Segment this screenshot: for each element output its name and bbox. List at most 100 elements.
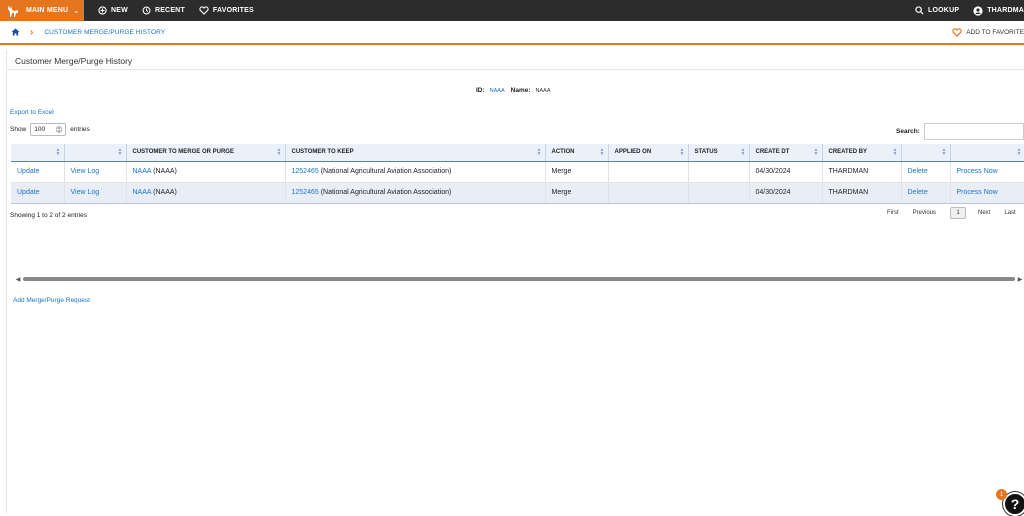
action-cell: Merge: [545, 161, 609, 183]
chevron-down-icon: ⌄: [73, 7, 80, 15]
nav-favorites[interactable]: FAVORITES: [199, 6, 254, 15]
col-header-customer-to-keep[interactable]: CUSTOMER TO KEEP ▲ ▼: [285, 144, 546, 162]
col-header-customer-to-merge[interactable]: CUSTOMER TO MERGE OR PURGE ▲ ▼: [126, 144, 286, 162]
update-link[interactable]: Update: [17, 189, 40, 196]
col-header-created-by[interactable]: CREATED BY ▲ ▼: [822, 144, 902, 162]
create-dt-cell: 04/30/2024: [749, 161, 823, 183]
col-header-view-log[interactable]: ▲ ▼: [64, 144, 127, 162]
title-divider: [7, 69, 1024, 70]
nav-lookup[interactable]: LOOKUP: [915, 6, 959, 15]
sort-icon: ▲ ▼: [941, 147, 947, 157]
table-search: Search:: [896, 123, 1024, 140]
merge-customer-link[interactable]: NAAA: [133, 189, 152, 196]
created-by-cell: THARDMAN: [822, 161, 902, 183]
last-page-button[interactable]: Last: [1004, 210, 1015, 216]
question-icon: ?: [1010, 496, 1020, 512]
view-log-link[interactable]: View Log: [71, 168, 100, 175]
sort-icon: ▲ ▼: [599, 147, 605, 157]
home-icon: [11, 28, 20, 36]
sort-icon: ▲ ▼: [117, 147, 123, 157]
delete-link[interactable]: Delete: [908, 189, 928, 196]
create-dt-cell: 04/30/2024: [749, 182, 823, 204]
col-header-create-dt[interactable]: CREATE DT ▲ ▼: [749, 144, 823, 162]
deer-logo-icon: [8, 4, 18, 17]
col-header-applied-on[interactable]: APPLIED ON ▲ ▼: [608, 144, 689, 162]
process-now-link[interactable]: Process Now: [957, 189, 998, 196]
created-by-cell: THARDMAN: [822, 182, 902, 204]
scroll-right-icon[interactable]: ▶: [1015, 276, 1024, 283]
user-menu[interactable]: THARDMA: [973, 5, 1024, 16]
customer-id-line: ID: NAAA Name: NAAA: [476, 87, 551, 94]
col-header-status[interactable]: STATUS ▲ ▼: [688, 144, 750, 162]
merge-purge-panel: Customer Merge/Purge History ID: NAAA Na…: [6, 50, 1024, 513]
breadcrumb-current[interactable]: CUSTOMER MERGE/PURGE HISTORY: [44, 29, 165, 36]
chevron-right-icon: ›: [30, 26, 34, 38]
breadcrumb: › CUSTOMER MERGE/PURGE HISTORY ADD TO FA…: [0, 21, 1024, 45]
scroll-left-icon[interactable]: ◀: [13, 276, 23, 283]
applied-on-cell: [608, 161, 689, 183]
nav-recent[interactable]: RECENT: [142, 6, 185, 15]
previous-page-button[interactable]: Previous: [913, 210, 936, 216]
col-header-process[interactable]: ▲ ▼: [950, 144, 1024, 162]
plus-circle-icon: [98, 6, 107, 15]
nav-new[interactable]: NEW: [98, 6, 128, 15]
add-to-favorite-label: ADD TO FAVORITE: [966, 28, 1024, 36]
page-title: Customer Merge/Purge History: [15, 56, 133, 66]
nav-new-label: NEW: [111, 7, 128, 14]
name-label: Name:: [510, 87, 531, 94]
merge-purge-table: ▲ ▼ ▲ ▼ CUSTOMER TO MERGE OR PURGE ▲ ▼ CUSTO…: [11, 144, 1024, 204]
page-length-control: Show 100 entries: [10, 123, 90, 136]
search-icon: [915, 6, 924, 15]
first-page-button[interactable]: First: [887, 210, 899, 216]
delete-link[interactable]: Delete: [908, 168, 928, 175]
nav-lookup-label: LOOKUP: [928, 7, 960, 14]
horizontal-scrollbar[interactable]: ◀ ▶: [13, 275, 1024, 283]
col-header-action[interactable]: ACTION ▲ ▼: [545, 144, 609, 162]
sort-icon: ▲ ▼: [679, 147, 685, 157]
status-cell: [688, 182, 750, 204]
update-link[interactable]: Update: [17, 168, 40, 175]
table-row: Update View Log NAAA (NAAA) 1252465 (Nat…: [11, 161, 1024, 183]
main-menu-label: MAIN MENU: [26, 7, 69, 14]
select-arrows-icon: [56, 126, 63, 133]
show-label: Show: [10, 126, 27, 133]
user-circle-icon: [973, 5, 983, 16]
id-value-link[interactable]: NAAA: [490, 88, 505, 94]
heart-icon: [199, 6, 209, 15]
merge-customer-text: (NAAA): [151, 168, 177, 175]
merge-customer-link[interactable]: NAAA: [133, 168, 152, 175]
view-log-link[interactable]: View Log: [71, 189, 100, 196]
sort-icon: ▲ ▼: [813, 147, 819, 157]
name-value: NAAA: [535, 87, 551, 94]
nav-favorites-label: FAVORITES: [212, 7, 254, 14]
next-page-button[interactable]: Next: [978, 210, 990, 216]
export-to-excel-link[interactable]: Export to Excel: [10, 109, 54, 116]
home-button[interactable]: [11, 28, 20, 36]
current-page-button[interactable]: 1: [950, 207, 967, 219]
sort-icon: ▲ ▼: [55, 147, 61, 157]
history-icon: [142, 6, 151, 15]
col-header-delete[interactable]: ▲ ▼: [901, 144, 951, 162]
sort-icon: ▲ ▼: [740, 147, 746, 157]
table-header-row: ▲ ▼ ▲ ▼ CUSTOMER TO MERGE OR PURGE ▲ ▼ CUSTO…: [11, 144, 1024, 162]
process-now-link[interactable]: Process Now: [957, 168, 998, 175]
sort-icon: ▲ ▼: [276, 147, 282, 157]
heart-outline-icon: [952, 27, 962, 37]
keep-customer-link[interactable]: 1252465: [292, 189, 319, 196]
search-label: Search:: [896, 128, 920, 135]
search-input[interactable]: [923, 123, 1024, 140]
keep-customer-text: (National Agricultural Aviation Associat…: [318, 168, 452, 175]
keep-customer-link[interactable]: 1252465: [292, 168, 319, 175]
keep-customer-text: (National Agricultural Aviation Associat…: [318, 189, 452, 196]
status-cell: [688, 161, 750, 183]
pagination: First Previous 1 Next Last: [887, 207, 1024, 219]
scrollbar-thumb[interactable]: [23, 277, 1015, 281]
add-merge-purge-request-link[interactable]: Add Merge/Purge Request: [13, 297, 90, 304]
id-label: ID:: [476, 87, 485, 94]
entries-label: entries: [70, 126, 90, 133]
sort-icon: ▲ ▼: [892, 147, 898, 157]
page-length-select[interactable]: 100: [30, 123, 67, 136]
main-menu-button[interactable]: MAIN MENU ⌄: [0, 0, 84, 21]
col-header-update[interactable]: ▲ ▼: [11, 144, 65, 162]
add-to-favorite-button[interactable]: ADD TO FAVORITE: [952, 27, 1024, 37]
